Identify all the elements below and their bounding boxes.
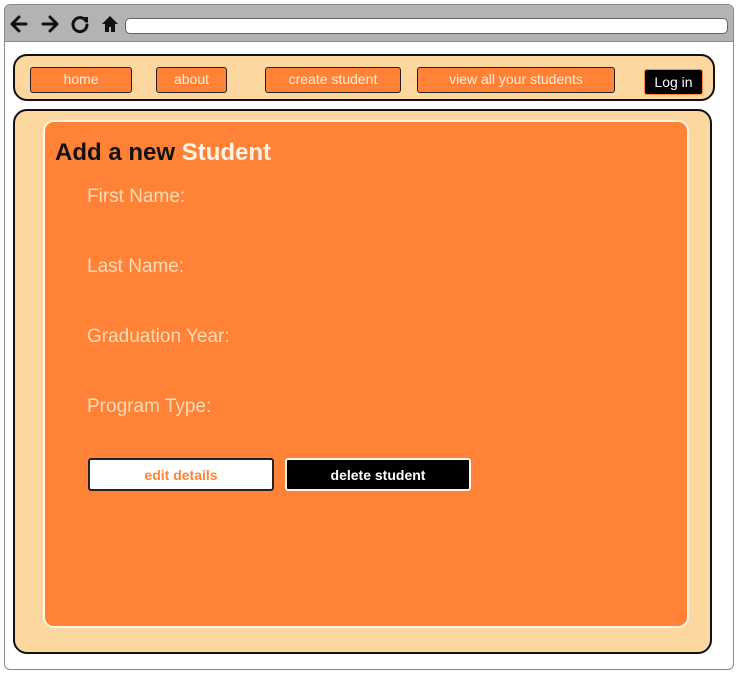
reload-icon[interactable] bbox=[70, 14, 90, 34]
arrow-left-icon[interactable] bbox=[9, 14, 29, 34]
program-type-label: Program Type: bbox=[87, 396, 212, 417]
browser-toolbar bbox=[5, 5, 733, 42]
browser-window: home about create student view all your … bbox=[4, 4, 734, 670]
page-title-highlight: Student bbox=[181, 139, 272, 166]
edit-details-button[interactable]: edit details bbox=[88, 458, 274, 491]
nav-home-button[interactable]: home bbox=[30, 67, 132, 93]
login-button[interactable]: Log in bbox=[644, 69, 703, 95]
site-header: home about create student view all your … bbox=[13, 54, 715, 101]
address-bar[interactable] bbox=[125, 18, 728, 34]
first-name-label: First Name: bbox=[87, 186, 186, 207]
nav-create-student-button[interactable]: create student bbox=[265, 67, 401, 93]
graduation-year-label: Graduation Year: bbox=[87, 326, 230, 347]
page-title-prefix: Add a new bbox=[55, 139, 176, 166]
nav-about-button[interactable]: about bbox=[156, 67, 227, 93]
last-name-label: Last Name: bbox=[87, 256, 185, 277]
delete-student-button[interactable]: delete student bbox=[285, 458, 471, 491]
student-card: Add a new Student First Name: Last Name:… bbox=[43, 120, 689, 628]
arrow-right-icon[interactable] bbox=[40, 14, 60, 34]
home-icon[interactable] bbox=[100, 14, 120, 34]
page-title: Add a new Student bbox=[55, 139, 271, 167]
main-content-frame: Add a new Student First Name: Last Name:… bbox=[13, 109, 712, 654]
nav-view-all-students-button[interactable]: view all your students bbox=[417, 67, 615, 93]
